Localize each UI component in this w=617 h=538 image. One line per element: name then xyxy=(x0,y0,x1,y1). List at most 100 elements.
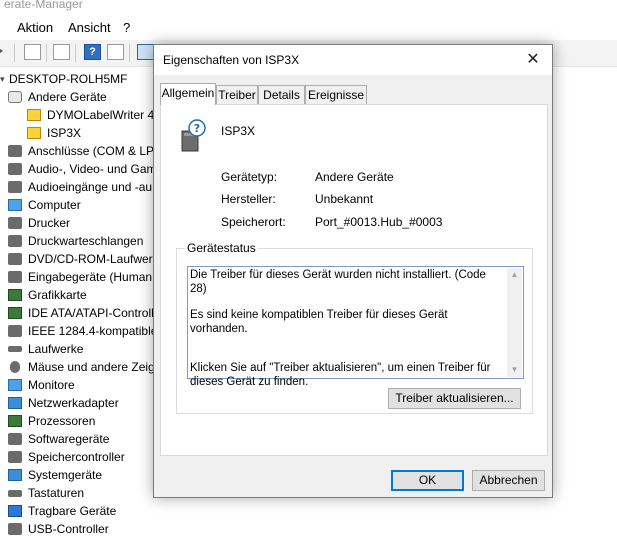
tab-allgemein[interactable]: Allgemein xyxy=(160,83,216,105)
cancel-button[interactable]: Abbrechen xyxy=(472,470,545,491)
system-icon xyxy=(8,469,22,481)
tree-item-label: DVD/CD-ROM-Laufwerk xyxy=(28,252,159,266)
ide-icon xyxy=(8,307,22,319)
speaker-icon xyxy=(8,163,22,175)
tree-item-label: Eingabegeräte (Human xyxy=(28,270,153,284)
tree-item-anschluesse[interactable]: Anschlüsse (COM & LPT xyxy=(8,142,160,160)
scroll-up-arrow-icon[interactable]: ▲ xyxy=(507,268,522,282)
warning-device-icon xyxy=(27,127,41,139)
toolbar-separator xyxy=(14,44,15,62)
tree-item-druckwarteschlangen[interactable]: Druckwarteschlangen xyxy=(8,232,143,250)
device-status-group: Gerätestatus Die Treiber für dieses Gerä… xyxy=(176,241,533,414)
dialog-title: Eigenschaften von ISP3X xyxy=(163,53,300,67)
help-icon[interactable]: ? xyxy=(84,44,101,60)
prop-value-speicherort: Port_#0013.Hub_#0003 xyxy=(315,215,443,229)
device-status-legend: Gerätestatus xyxy=(185,241,258,255)
forward-arrow-icon[interactable] xyxy=(0,44,6,60)
collapse-chevron-icon[interactable]: ▾ xyxy=(0,70,8,88)
status-line: Die Treiber für dieses Gerät wurden nich… xyxy=(190,269,486,295)
tab-ereignisse[interactable]: Ereignisse xyxy=(305,85,367,104)
tree-item-ieee[interactable]: IEEE 1284.4-kompatible xyxy=(8,322,157,340)
prop-label-hersteller: Hersteller: xyxy=(221,192,276,206)
monitor-icon xyxy=(8,379,22,391)
tree-item-audioeingaenge[interactable]: Audioeingänge und -au xyxy=(8,178,152,196)
status-line: Es sind keine kompatiblen Treiber für di… xyxy=(190,309,448,335)
tree-item-label: Audio-, Video- und Gam xyxy=(28,162,157,176)
tree-item-prozessoren[interactable]: Prozessoren xyxy=(8,412,95,430)
tree-item-audio-video[interactable]: Audio-, Video- und Gam xyxy=(8,160,157,178)
device-name: ISP3X xyxy=(221,124,256,138)
window-title: erate-Manager xyxy=(0,0,617,12)
menu-ansicht[interactable]: Ansicht xyxy=(68,20,111,35)
tree-item-label: Grafikkarte xyxy=(28,288,87,302)
ok-button[interactable]: OK xyxy=(391,470,464,491)
scroll-down-arrow-icon[interactable]: ▼ xyxy=(507,363,522,377)
tree-item-label: Andere Geräte xyxy=(28,90,107,104)
tree-item-softwaregeraete[interactable]: Softwaregeräte xyxy=(8,430,109,448)
tree-item-grafikkarte[interactable]: Grafikkarte xyxy=(8,286,87,304)
tree-item-label: Mäuse und andere Zeig xyxy=(28,360,155,374)
details-view-icon[interactable] xyxy=(107,44,124,60)
tree-item-eingabegeraete[interactable]: Eingabegeräte (Human xyxy=(8,268,152,286)
prop-value-hersteller: Unbekannt xyxy=(315,192,374,206)
update-driver-button[interactable]: Treiber aktualisieren... xyxy=(388,388,521,409)
tree-item-tragbare-geraete[interactable]: Tragbare Geräte xyxy=(8,502,116,520)
tree-item-tastaturen[interactable]: Tastaturen xyxy=(8,484,84,502)
processor-icon xyxy=(8,415,22,427)
svg-text:?: ? xyxy=(194,122,200,135)
status-line: Klicken Sie auf "Treiber aktualisieren",… xyxy=(190,362,491,388)
tree-item-dvd[interactable]: DVD/CD-ROM-Laufwerk xyxy=(8,250,159,268)
tree-item-netzwerkadapter[interactable]: Netzwerkadapter xyxy=(8,394,119,412)
storage-icon xyxy=(8,451,22,463)
tree-item-computer[interactable]: Computer xyxy=(8,196,81,214)
dvd-icon xyxy=(8,253,22,265)
tree-item-label: IEEE 1284.4-kompatible xyxy=(28,324,158,338)
tree-item-label: Monitore xyxy=(28,378,75,392)
tree-root[interactable]: ▾ DESKTOP-ROLH5MF xyxy=(0,70,127,88)
properties-view-icon[interactable] xyxy=(24,44,41,60)
dialog-titlebar[interactable]: Eigenschaften von ISP3X ✕ xyxy=(154,45,552,75)
tree-item-label: Druckwarteschlangen xyxy=(28,234,144,248)
tree-item-label: Drucker xyxy=(28,216,71,230)
tree-item-isp3x[interactable]: ISP3X xyxy=(27,124,81,142)
monitor-scan-icon[interactable] xyxy=(137,44,154,60)
tree-item-systemgeraete[interactable]: Systemgeräte xyxy=(8,466,102,484)
tree-item-usb[interactable]: USB-Controller xyxy=(8,520,109,538)
tree-item-speichercontroller[interactable]: Speichercontroller xyxy=(8,448,125,466)
menu-aktion[interactable]: Aktion xyxy=(17,20,53,35)
prop-value-geraetetyp: Andere Geräte xyxy=(315,170,394,184)
close-icon[interactable]: ✕ xyxy=(522,49,544,71)
tree-item-label: Tastaturen xyxy=(28,486,85,500)
tree-item-monitore[interactable]: Monitore xyxy=(8,376,75,394)
printer-icon xyxy=(8,325,22,337)
tree-item-dymo[interactable]: DYMOLabelWriter 45 xyxy=(27,106,160,124)
menu-help[interactable]: ? xyxy=(123,20,130,35)
hid-icon xyxy=(8,271,22,283)
tab-details[interactable]: Details xyxy=(258,85,305,104)
usb-icon xyxy=(8,523,22,535)
warning-device-icon xyxy=(27,109,41,121)
toolbar-separator xyxy=(46,44,47,62)
device-tree: ▾ DESKTOP-ROLH5MF Andere Geräte DYMOLabe… xyxy=(0,70,160,538)
tree-item-maeuse[interactable]: Mäuse und andere Zeig xyxy=(8,358,155,376)
list-view-icon[interactable] xyxy=(53,44,70,60)
speaker-icon xyxy=(8,181,22,193)
tab-panel-allgemein: ? ISP3X Gerätetyp: Andere Geräte Herstel… xyxy=(160,104,548,456)
tree-item-laufwerke[interactable]: Laufwerke xyxy=(8,340,83,358)
computer-icon xyxy=(8,199,22,211)
menu-bar: Aktion Ansicht ? xyxy=(0,16,617,38)
tree-item-label: Netzwerkadapter xyxy=(28,396,119,410)
tab-treiber[interactable]: Treiber xyxy=(216,85,258,104)
unknown-device-icon xyxy=(8,91,22,103)
software-device-icon xyxy=(8,433,22,445)
device-status-textbox[interactable]: Die Treiber für dieses Gerät wurden nich… xyxy=(187,266,524,388)
port-icon xyxy=(8,145,22,157)
tree-item-ide[interactable]: IDE ATA/ATAPI-Controll xyxy=(8,304,154,322)
tree-item-label: Anschlüsse (COM & LPT xyxy=(28,144,160,158)
tree-item-drucker[interactable]: Drucker xyxy=(8,214,70,232)
drive-icon xyxy=(8,346,22,352)
properties-dialog: Eigenschaften von ISP3X ✕ Allgemein Trei… xyxy=(153,44,553,498)
status-scrollbar[interactable]: ▲ ▼ xyxy=(507,268,522,377)
tree-item-andere-geraete[interactable]: Andere Geräte xyxy=(8,88,107,106)
tree-item-label: Computer xyxy=(28,198,81,212)
